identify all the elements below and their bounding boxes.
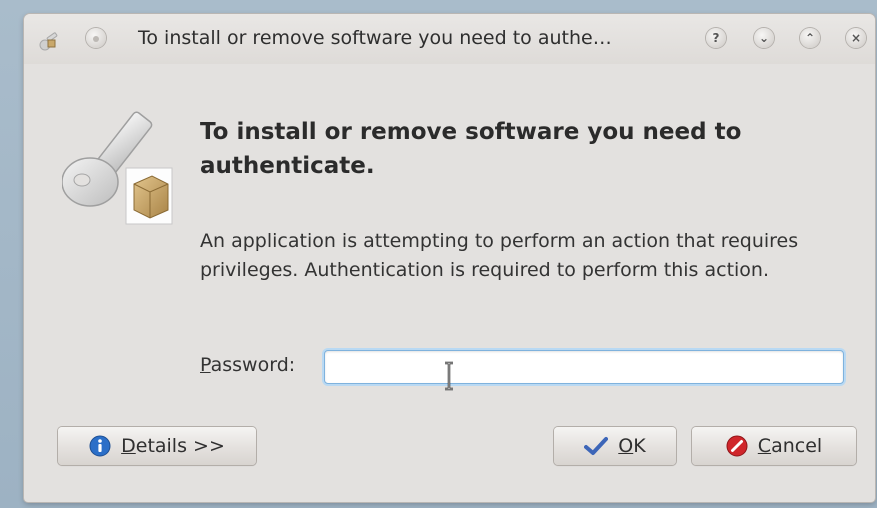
close-icon: × [850, 31, 862, 45]
window-menu-icon [93, 35, 99, 42]
window-menu-button[interactable] [86, 28, 106, 48]
dialog-description: An application is attempting to perform … [200, 230, 799, 281]
details-label-text: etails >> [135, 435, 225, 457]
key-app-icon[interactable] [38, 31, 60, 51]
key-package-icon [62, 111, 173, 225]
cancel-button[interactable]: Cancel [692, 427, 856, 465]
password-input[interactable] [324, 350, 844, 384]
cancel-label-text: ancel [771, 435, 823, 457]
cancel-mnemonic: C [757, 435, 772, 457]
details-mnemonic: D [121, 435, 136, 457]
checkmark-icon [584, 437, 609, 455]
details-label: Details >> [121, 435, 225, 457]
password-label-mnemonic: P [200, 354, 211, 376]
no-entry-icon [726, 435, 748, 457]
info-icon [89, 435, 111, 457]
ok-mnemonic: O [618, 435, 634, 457]
maximize-button[interactable]: ⌃ [800, 28, 820, 48]
password-label: Password: [200, 354, 295, 376]
help-button[interactable]: ? [706, 28, 726, 48]
ok-label: OK [618, 435, 645, 457]
password-label-text: assword: [210, 354, 296, 376]
details-button[interactable]: Details >> [58, 427, 256, 465]
ok-button[interactable]: OK [554, 427, 676, 465]
dialog-heading: To install or remove software you need t… [200, 119, 742, 179]
minimize-icon: ⌄ [758, 31, 770, 45]
maximize-icon: ⌃ [804, 31, 816, 45]
auth-dialog-window: To install or remove software you need t… [24, 14, 875, 502]
titlebar[interactable]: To install or remove software you need t… [24, 14, 875, 64]
cancel-label: Cancel [758, 435, 822, 457]
help-icon: ? [712, 31, 720, 45]
close-button[interactable]: × [846, 28, 866, 48]
minimize-button[interactable]: ⌄ [754, 28, 774, 48]
window-title: To install or remove software you need t… [138, 27, 612, 49]
ok-label-text: K [633, 435, 646, 457]
